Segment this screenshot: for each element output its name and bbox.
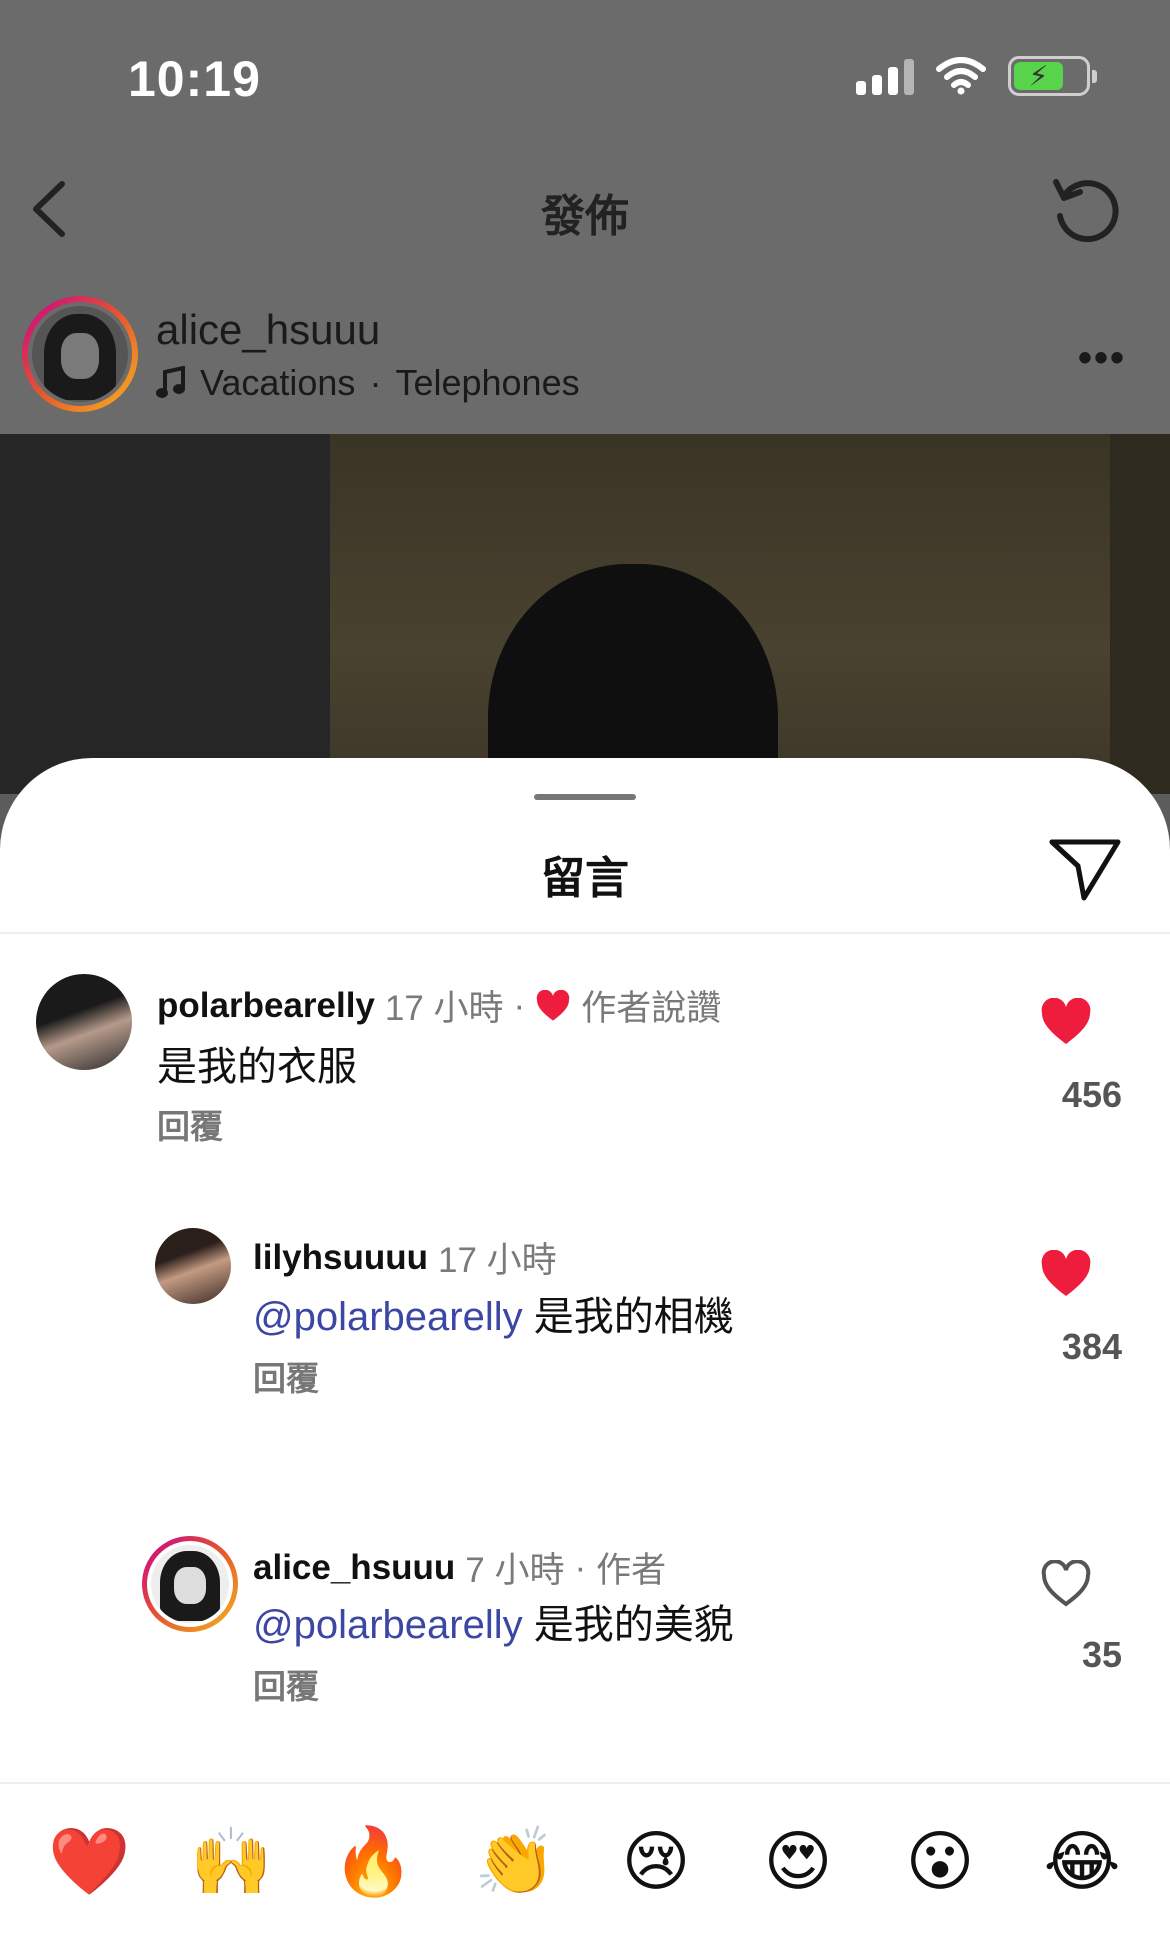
comment-time: 7 小時 xyxy=(465,1551,565,1590)
meta-separator: · xyxy=(574,1547,587,1587)
meta-separator: · xyxy=(513,985,526,1025)
mention-link[interactable]: @polarbearelly xyxy=(253,1603,523,1647)
wifi-icon xyxy=(936,57,986,95)
heart-filled-icon xyxy=(536,989,570,1021)
comment-text: 是我的衣服 xyxy=(157,1045,357,1089)
music-separator: · xyxy=(369,362,382,403)
comment-meta: alice_hsuuu 7 小時 · 作者 xyxy=(253,1542,666,1593)
emoji-clapping[interactable]: 👏 xyxy=(474,1828,556,1894)
post-username[interactable]: alice_hsuuu xyxy=(156,306,380,354)
artist-name: Telephones xyxy=(395,362,580,403)
emoji-quick-bar: ❤️ 🙌 🔥 👏 😢 😍 😮 😂 xyxy=(0,1782,1170,1938)
like-count: 35 xyxy=(1081,1634,1122,1675)
post-header: alice_hsuuu Vacations · Telephones ••• xyxy=(0,272,1170,434)
emoji-crying[interactable]: 😢 xyxy=(616,1828,696,1894)
comments-sheet: 留言 polarbearelly 17 小時 · 作者說讚 是我的衣服 回覆 4… xyxy=(0,758,1170,1938)
avatar[interactable] xyxy=(142,1536,238,1632)
comment-body: 是我的相機 xyxy=(533,1295,734,1339)
divider xyxy=(0,932,1170,934)
comment-username[interactable]: alice_hsuuu xyxy=(253,1548,455,1588)
mention-link[interactable]: @polarbearelly xyxy=(253,1295,523,1339)
share-icon[interactable] xyxy=(1048,836,1122,902)
emoji-heart-eyes[interactable]: 😍 xyxy=(758,1828,838,1894)
sheet-grabber[interactable] xyxy=(534,794,636,800)
heart-outline-icon[interactable] xyxy=(1040,1560,1092,1608)
comment-time: 17 小時 xyxy=(438,1241,557,1280)
comment-username[interactable]: lilyhsuuuu xyxy=(253,1238,428,1278)
comment-meta: lilyhsuuuu 17 小時 xyxy=(253,1232,557,1283)
post-author-avatar[interactable] xyxy=(22,296,138,412)
avatar[interactable] xyxy=(155,1228,231,1304)
heart-filled-icon[interactable] xyxy=(1040,998,1092,1046)
reply-button[interactable]: 回覆 xyxy=(253,1660,319,1708)
post-photo xyxy=(0,434,1170,794)
status-icons: ⚡ xyxy=(856,56,1097,96)
liked-by-author: 作者說讚 xyxy=(535,980,721,1031)
reply-button[interactable]: 回覆 xyxy=(157,1100,223,1148)
like-count: 456 xyxy=(1061,1074,1122,1115)
status-bar: 10:19 ⚡ xyxy=(0,0,1170,150)
emoji-heart[interactable]: ❤️ xyxy=(48,1828,130,1894)
comment-meta: polarbearelly 17 小時 · 作者說讚 xyxy=(157,980,721,1031)
like-count: 384 xyxy=(1061,1326,1122,1367)
song-title: Vacations xyxy=(200,362,356,403)
comment-item: alice_hsuuu 7 小時 · 作者 @polarbearelly 是我的… xyxy=(0,1536,1170,1736)
author-badge: 作者 xyxy=(596,1551,667,1590)
comment-item: polarbearelly 17 小時 · 作者說讚 是我的衣服 回覆 456 xyxy=(0,974,1170,1174)
emoji-surprised[interactable]: 😮 xyxy=(900,1828,980,1894)
heart-filled-icon[interactable] xyxy=(1040,1250,1092,1298)
liked-by-author-text: 作者說讚 xyxy=(581,989,722,1028)
music-note-icon xyxy=(156,366,185,398)
battery-icon: ⚡ xyxy=(1008,56,1097,96)
emoji-tears-of-joy[interactable]: 😂 xyxy=(1042,1828,1122,1894)
more-options-icon[interactable]: ••• xyxy=(1078,336,1126,381)
refresh-icon[interactable] xyxy=(1048,172,1124,248)
top-nav: 發佈 xyxy=(0,150,1170,270)
comment-text: @polarbearelly 是我的相機 xyxy=(253,1284,734,1342)
comment-time: 17 小時 xyxy=(384,989,504,1028)
emoji-fire[interactable]: 🔥 xyxy=(332,1828,414,1894)
emoji-raised-hands[interactable]: 🙌 xyxy=(190,1828,272,1894)
page-title: 發佈 xyxy=(541,192,629,241)
sheet-title: 留言 xyxy=(541,854,629,903)
comment-username[interactable]: polarbearelly xyxy=(157,986,375,1026)
cellular-signal-icon xyxy=(856,57,914,95)
comment-body: 是我的美貌 xyxy=(533,1603,734,1647)
comment-item: lilyhsuuuu 17 小時 @polarbearelly 是我的相機 回覆… xyxy=(0,1228,1170,1428)
status-time: 10:19 xyxy=(128,51,261,107)
comment-text: @polarbearelly 是我的美貌 xyxy=(253,1592,734,1650)
post-music[interactable]: Vacations · Telephones xyxy=(156,362,580,404)
reply-button[interactable]: 回覆 xyxy=(253,1352,319,1400)
avatar[interactable] xyxy=(36,974,132,1070)
